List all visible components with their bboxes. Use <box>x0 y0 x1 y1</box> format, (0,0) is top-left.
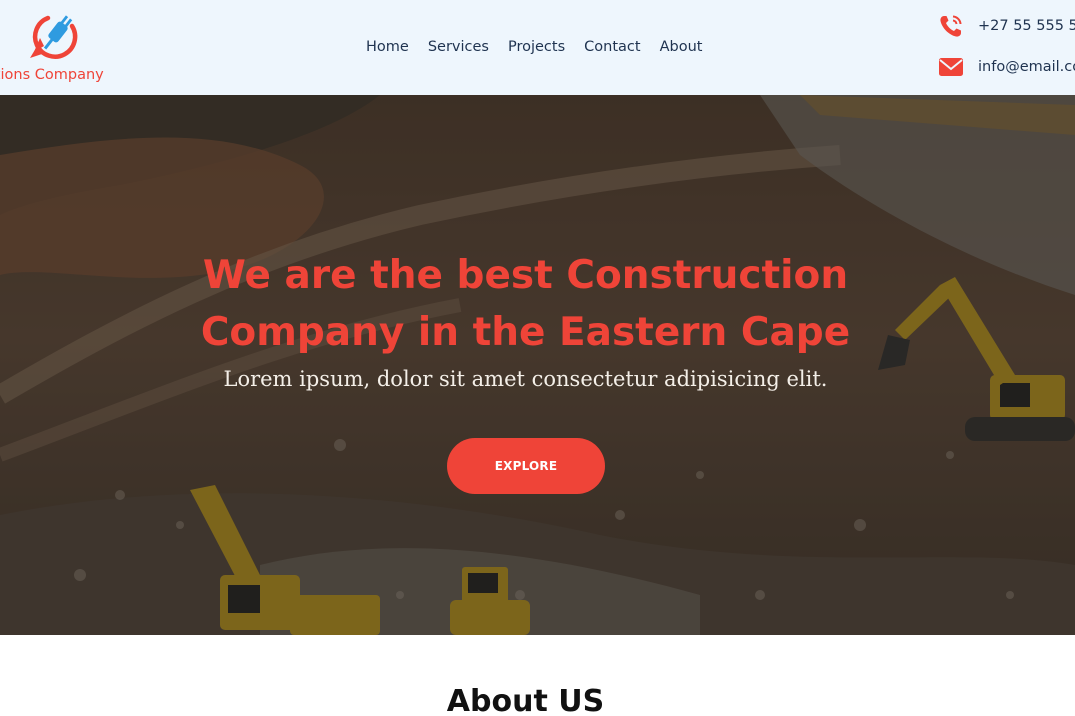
contact-phone[interactable]: +27 55 555 555 <box>938 13 1075 39</box>
main-nav: Home Services Projects Contact About <box>366 37 721 57</box>
hero-title-line-2: Company in the Eastern Cape <box>200 310 851 355</box>
hero-section: We are the best Construction Company in … <box>0 95 1075 635</box>
site-header: tructions Company Home Services Projects… <box>0 0 1075 95</box>
logo-text: tructions Company <box>0 67 104 83</box>
nav-services[interactable]: Services <box>428 37 489 57</box>
nav-home[interactable]: Home <box>366 37 409 57</box>
site-logo[interactable]: tructions Company <box>0 6 160 86</box>
phone-icon <box>940 15 962 37</box>
hero-title: We are the best Construction Company in … <box>0 247 1051 361</box>
nav-about[interactable]: About <box>660 37 703 57</box>
contact-email[interactable]: info@email.com <box>938 54 1075 80</box>
hero-subtitle: Lorem ipsum, dolor sit amet consectetur … <box>223 367 828 391</box>
explore-button[interactable]: EXPLORE <box>447 438 605 494</box>
plug-logo-icon <box>30 15 78 59</box>
about-section-title: About US <box>446 684 605 716</box>
nav-projects[interactable]: Projects <box>508 37 565 57</box>
phone-number: +27 55 555 555 <box>978 18 1075 34</box>
email-address: info@email.com <box>978 59 1075 75</box>
hero-title-line-1: We are the best Construction <box>202 253 849 298</box>
hero-overlay <box>0 95 1075 635</box>
envelope-icon <box>939 58 963 76</box>
nav-contact[interactable]: Contact <box>584 37 640 57</box>
